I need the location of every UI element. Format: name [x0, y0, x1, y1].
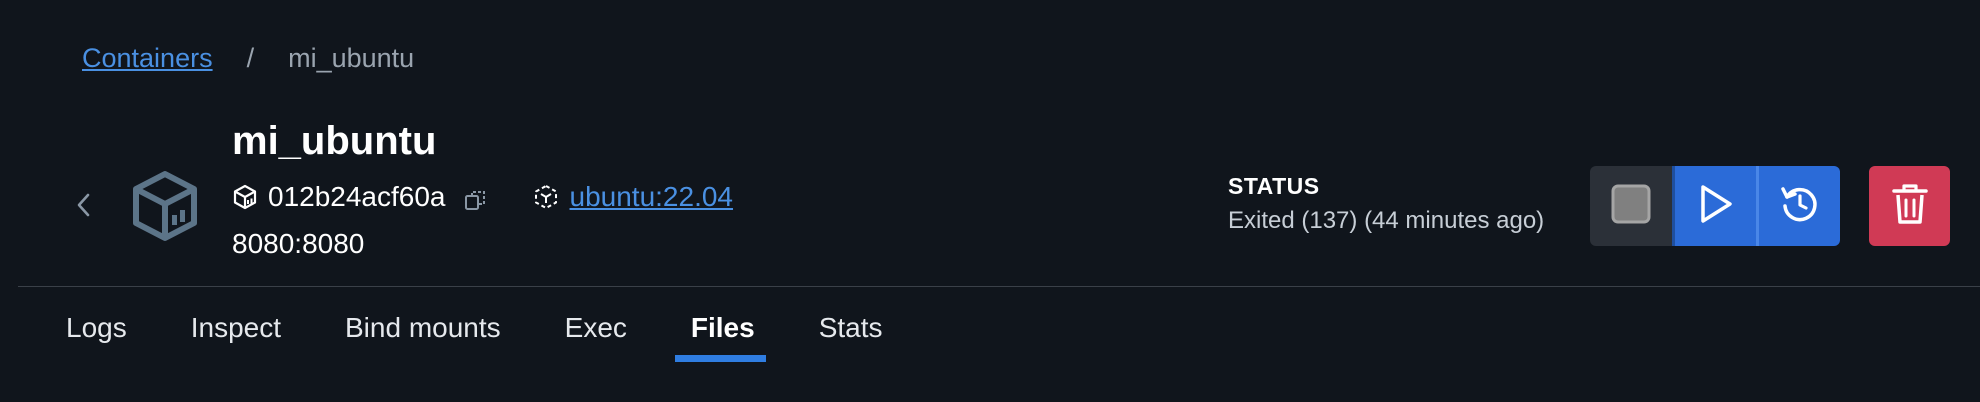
container-action-group [1590, 166, 1840, 246]
tab-logs[interactable]: Logs [66, 310, 127, 360]
delete-button[interactable] [1869, 166, 1950, 246]
chevron-left-icon[interactable] [70, 188, 96, 222]
breadcrumb-separator: / [246, 42, 255, 73]
status-label: STATUS [1228, 173, 1320, 199]
tab-exec[interactable]: Exec [565, 310, 627, 360]
header-divider [18, 286, 1980, 287]
play-icon [1698, 184, 1734, 229]
copy-icon[interactable] [464, 186, 486, 210]
status-text: Exited (137) (44 minutes ago) [1228, 207, 1545, 234]
image-link[interactable]: ubuntu:22.04 [570, 181, 734, 213]
container-ports: 8080:8080 [232, 228, 365, 259]
breadcrumb-containers-link[interactable]: Containers [82, 43, 213, 74]
tab-bind-mounts[interactable]: Bind mounts [345, 310, 501, 360]
container-id: 012b24acf60a [268, 181, 446, 212]
tab-files[interactable]: Files [691, 310, 755, 360]
tab-inspect[interactable]: Inspect [191, 310, 281, 360]
breadcrumb: Containers / mi_ubuntu [82, 40, 414, 76]
cube-icon [232, 184, 258, 210]
trash-icon [1890, 182, 1930, 231]
tab-stats[interactable]: Stats [819, 310, 883, 360]
active-tab-indicator [675, 355, 766, 362]
restart-icon [1778, 182, 1822, 231]
stop-icon [1611, 184, 1651, 229]
container-meta-row: 012b24acf60a ubuntu:22.04 [232, 179, 733, 215]
page-title: mi_ubuntu [232, 119, 437, 163]
restart-button[interactable] [1756, 166, 1840, 246]
stop-button[interactable] [1590, 166, 1672, 246]
container-box-icon [132, 170, 198, 242]
image-icon [532, 183, 560, 211]
breadcrumb-current: mi_ubuntu [288, 42, 415, 73]
tab-bar: Logs Inspect Bind mounts Exec Files Stat… [66, 310, 883, 360]
start-button[interactable] [1672, 166, 1756, 246]
